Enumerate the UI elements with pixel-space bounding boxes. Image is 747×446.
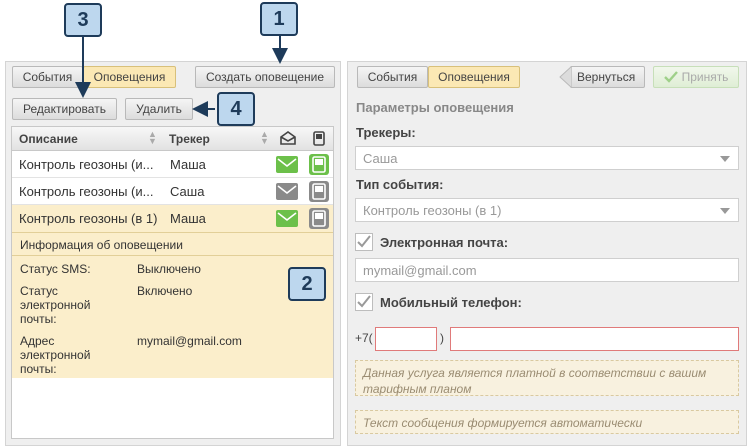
- email-field[interactable]: mymail@gmail.com: [355, 258, 739, 282]
- alert-info: Информация об оповещении Статус SMS: Вык…: [12, 232, 333, 378]
- envelope-icon[interactable]: [276, 183, 298, 200]
- checkmark-icon: [357, 295, 371, 308]
- delete-button[interactable]: Удалить: [125, 98, 193, 120]
- section-title: Параметры оповещения: [356, 100, 514, 115]
- info-label: Статус SMS:: [20, 262, 91, 276]
- tab-alerts-left[interactable]: Оповещения: [83, 66, 176, 88]
- table-header: Описание ▲ ▼ Трекер ▲ ▼: [12, 127, 333, 151]
- column-tracker[interactable]: Трекер: [169, 132, 210, 146]
- row-tracker: Саша: [170, 184, 205, 199]
- event-type-select[interactable]: Контроль геозоны (в 1): [355, 198, 739, 222]
- event-type-value: Контроль геозоны (в 1): [363, 203, 502, 218]
- table-row[interactable]: Контроль геозоны (и... Маша: [12, 151, 333, 178]
- row-description: Контроль геозоны (и...: [19, 184, 154, 199]
- dropdown-arrow-icon: [720, 208, 730, 214]
- alert-info-body: Статус SMS: Выключено Статус электронной…: [12, 256, 333, 378]
- info-value: mymail@gmail.com: [137, 334, 242, 348]
- envelope-open-icon: [280, 131, 296, 148]
- phone-code-field[interactable]: [375, 327, 437, 351]
- row-tracker: Маша: [170, 211, 206, 226]
- back-arrow-icon: [559, 66, 572, 88]
- mobile-checkbox[interactable]: [355, 293, 373, 311]
- row-description: Контроль геозоны (и...: [19, 157, 154, 172]
- email-checkbox[interactable]: [355, 233, 373, 251]
- back-label: Вернуться: [577, 70, 636, 84]
- table-row[interactable]: Контроль геозоны (и... Саша: [12, 178, 333, 205]
- event-type-label: Тип события:: [356, 177, 444, 192]
- envelope-icon[interactable]: [276, 156, 298, 173]
- info-label: Адрес электронной почты:: [20, 334, 91, 376]
- sort-icon[interactable]: ▲ ▼: [260, 130, 269, 146]
- table-empty-area: [12, 378, 333, 438]
- tab-events-left[interactable]: События: [12, 66, 83, 88]
- phone-icon[interactable]: [309, 208, 329, 229]
- tab-events-right[interactable]: События: [357, 66, 428, 88]
- checkmark-icon: [357, 235, 371, 248]
- sort-icon[interactable]: ▲ ▼: [148, 130, 157, 146]
- alerts-table: Описание ▲ ▼ Трекер ▲ ▼ Контроль геозоны (…: [11, 126, 334, 439]
- info-value: Выключено: [137, 262, 201, 276]
- phone-number-field[interactable]: [450, 327, 739, 351]
- phone-icon: [313, 131, 325, 149]
- dropdown-arrow-icon: [720, 156, 730, 162]
- callout-4: 4: [217, 92, 255, 126]
- row-tracker: Маша: [170, 157, 206, 172]
- table-row-selected[interactable]: Контроль геозоны (в 1) Маша: [12, 205, 333, 232]
- phone-icon[interactable]: [309, 154, 329, 175]
- mobile-label: Мобильный телефон:: [380, 295, 522, 310]
- callout-1: 1: [260, 2, 298, 36]
- column-description[interactable]: Описание: [19, 132, 78, 146]
- row-description: Контроль геозоны (в 1): [19, 211, 158, 226]
- trackers-value: Саша: [363, 151, 398, 166]
- trackers-label: Трекеры:: [356, 125, 416, 140]
- phone-icon[interactable]: [309, 181, 329, 202]
- tab-alerts-right[interactable]: Оповещения: [428, 66, 520, 88]
- accept-button[interactable]: Принять: [653, 66, 739, 88]
- trackers-select[interactable]: Саша: [355, 146, 739, 170]
- paid-service-note: Данная услуга является платной в соответ…: [355, 360, 739, 396]
- back-button[interactable]: Вернуться: [570, 66, 645, 88]
- callout-3: 3: [64, 3, 102, 37]
- phone-paren: ): [440, 331, 444, 345]
- create-alert-button[interactable]: Создать оповещение: [195, 66, 335, 88]
- email-label: Электронная почта:: [380, 235, 509, 250]
- info-value: Включено: [137, 284, 193, 298]
- auto-text-note: Текст сообщения формируется автоматическ…: [355, 410, 739, 434]
- edit-button[interactable]: Редактировать: [12, 98, 117, 120]
- phone-prefix: +7(: [355, 331, 373, 345]
- accept-label: Принять: [681, 70, 729, 84]
- alert-info-title: Информация об оповещении: [12, 233, 333, 256]
- checkmark-icon: [663, 71, 678, 83]
- callout-2: 2: [288, 267, 326, 301]
- info-label: Статус электронной почты:: [20, 284, 91, 326]
- envelope-icon[interactable]: [276, 210, 298, 227]
